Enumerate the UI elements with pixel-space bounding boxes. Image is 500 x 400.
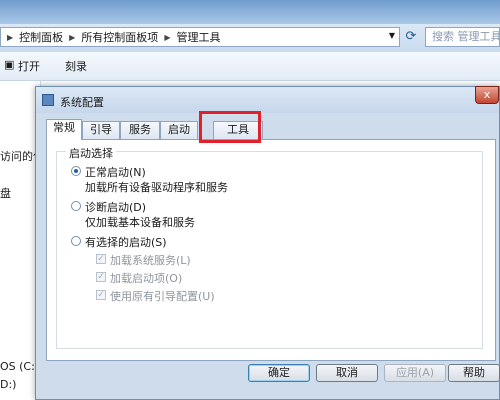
open-button[interactable]: 打开 <box>18 58 40 74</box>
burn-button[interactable]: 刻录 <box>65 58 87 74</box>
load-startup-items-label: 加载启动项(O) <box>110 272 183 285</box>
apply-button[interactable]: 应用(A) <box>384 364 446 382</box>
breadcrumb-control-panel[interactable]: 控制面板 <box>19 29 63 45</box>
breadcrumb[interactable]: ▶ 控制面板 ▶ 所有控制面板项 ▶ 管理工具 ▼ <box>0 27 400 47</box>
normal-startup-description: 加载所有设备驱动程序和服务 <box>85 181 228 194</box>
cancel-button[interactable]: 取消 <box>316 364 378 382</box>
normal-startup-label[interactable]: 正常启动(N) <box>85 164 146 180</box>
system-config-icon <box>42 94 54 106</box>
group-title: 启动选择 <box>66 145 116 161</box>
load-startup-items-checkbox[interactable]: ✓ <box>96 272 106 282</box>
refresh-icon[interactable]: ⟳ <box>402 28 420 46</box>
normal-startup-radio[interactable] <box>71 166 81 176</box>
chevron-right-icon: ▶ <box>164 32 171 42</box>
explorer-toolbar: ▣ 打开 刻录 <box>0 52 500 81</box>
load-system-services-checkbox[interactable]: ✓ <box>96 254 106 264</box>
breadcrumb-admin-tools[interactable]: 管理工具 <box>176 29 220 45</box>
chevron-right-icon: ▶ <box>7 32 14 42</box>
chevron-right-icon: ▶ <box>69 32 76 42</box>
diagnostic-startup-radio[interactable] <box>71 201 81 211</box>
open-icon: ▣ <box>4 58 15 71</box>
nav-item-drive-c[interactable]: OS (C:) <box>0 360 39 373</box>
use-original-boot-config-checkbox[interactable]: ✓ <box>96 290 106 300</box>
diagnostic-startup-description: 仅加载基本设备和服务 <box>85 216 195 229</box>
tab-general[interactable]: 常规 <box>46 119 82 140</box>
tools-tab-highlight-box <box>199 111 261 143</box>
tab-startup[interactable]: 启动 <box>160 121 198 139</box>
chevron-down-icon[interactable]: ▼ <box>389 31 395 40</box>
nav-item-disk[interactable]: 盘 <box>0 185 11 201</box>
close-button[interactable]: x <box>475 86 499 104</box>
selective-startup-radio[interactable] <box>71 236 81 246</box>
tab-boot[interactable]: 引导 <box>82 121 120 139</box>
dialog-title: 系统配置 <box>60 96 104 109</box>
nav-item-drive-d[interactable]: D:) <box>0 378 16 391</box>
tab-services[interactable]: 服务 <box>120 121 160 139</box>
diagnostic-startup-label[interactable]: 诊断启动(D) <box>85 199 146 215</box>
system-config-dialog: 系统配置 x 常规 引导 服务 启动 工具 启动选择 正常启动(N) 加载所有设… <box>35 86 500 400</box>
load-system-services-label: 加载系统服务(L) <box>110 254 191 267</box>
selective-startup-label[interactable]: 有选择的启动(S) <box>85 234 167 250</box>
help-button[interactable]: 帮助 <box>448 364 500 382</box>
use-original-boot-config-label: 使用原有引导配置(U) <box>110 290 215 303</box>
address-bar: ▶ 控制面板 ▶ 所有控制面板项 ▶ 管理工具 ▼ ⟳ 搜索 管理工具 <box>0 24 500 53</box>
search-input[interactable]: 搜索 管理工具 <box>425 27 500 47</box>
dialog-titlebar[interactable]: 系统配置 x <box>36 86 499 113</box>
ok-button[interactable]: 确定 <box>248 364 310 382</box>
breadcrumb-all-items[interactable]: 所有控制面板项 <box>81 29 158 45</box>
